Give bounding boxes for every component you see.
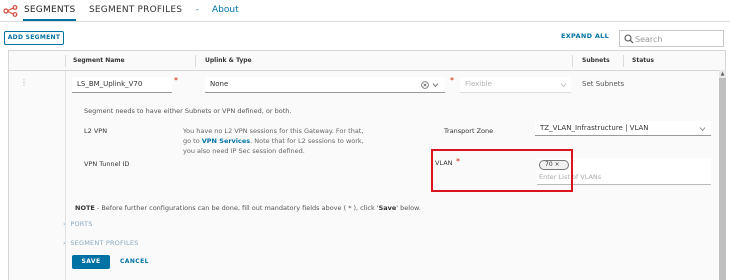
type-value: Flexible <box>465 80 492 88</box>
header-segment-name[interactable]: Segment Name <box>73 57 125 64</box>
search-icon <box>624 34 634 44</box>
toolbar: ADD SEGMENT EXPAND ALL <box>0 22 730 50</box>
vertical-ellipsis-icon[interactable]: ⋮ <box>20 78 28 87</box>
header-subnets[interactable]: Subnets <box>582 57 610 64</box>
row-divider <box>65 71 66 280</box>
scrollbar[interactable] <box>719 70 726 280</box>
l2vpn-info-text: go to <box>183 137 202 145</box>
chevron-right-icon[interactable]: › <box>63 239 66 247</box>
scroll-up-arrow[interactable]: ▲ <box>719 70 726 78</box>
top-nav: SEGMENTS SEGMENT PROFILES - About <box>0 0 730 22</box>
l2vpn-info-line-3: you also need IP Sec session defined. <box>183 147 305 155</box>
header-divider <box>623 55 624 67</box>
l2vpn-info-line-2: go to VPN Services. Note that for L2 ses… <box>183 137 364 145</box>
segment-requirement-message: Segment needs to have either Subnets or … <box>84 107 292 115</box>
table-header: Segment Name Uplink & Type Subnets Statu… <box>9 51 725 71</box>
tab-segment-profiles[interactable]: SEGMENT PROFILES <box>89 5 182 15</box>
l2vpn-info-text: . Note that for L2 sessions to work, <box>250 137 364 145</box>
vlan-highlight-box <box>431 149 573 192</box>
set-subnets-link[interactable]: Set Subnets <box>582 80 624 88</box>
uplink-select[interactable]: None <box>205 77 445 93</box>
uplink-value: None <box>210 80 229 88</box>
chevron-down-icon[interactable] <box>699 126 706 132</box>
vpn-tunnel-id-label: VPN Tunnel ID <box>84 160 130 168</box>
segments-network-icon <box>3 5 18 17</box>
expand-all-link[interactable]: EXPAND ALL <box>561 32 609 40</box>
segment-profiles-section[interactable]: › SEGMENT PROFILES <box>63 239 139 247</box>
transport-zone-select[interactable]: TZ_VLAN_Infrastructure | VLAN <box>535 121 711 136</box>
required-marker: * <box>174 76 178 85</box>
clear-circle-icon[interactable] <box>421 81 429 89</box>
note-save: Save <box>378 204 397 212</box>
required-marker: * <box>450 76 454 85</box>
type-select[interactable]: Flexible <box>460 77 571 93</box>
l2vpn-label: L2 VPN <box>84 127 108 135</box>
chevron-right-icon[interactable]: › <box>63 220 66 228</box>
search-input[interactable] <box>635 33 721 45</box>
search-box[interactable] <box>619 30 724 47</box>
nav-separator: - <box>196 5 199 14</box>
vpn-services-link[interactable]: VPN Services <box>202 137 250 145</box>
header-uplink-type[interactable]: Uplink & Type <box>205 57 252 64</box>
l2vpn-info-line-1: You have no L2 VPN sessions for this Gat… <box>183 127 364 135</box>
note-text: - Before further configurations can be d… <box>94 204 379 212</box>
chevron-down-icon <box>560 83 567 88</box>
tab-segments[interactable]: SEGMENTS <box>22 5 77 21</box>
note-message: NOTE - Before further configurations can… <box>75 204 421 212</box>
ports-section[interactable]: › PORTS <box>63 220 93 228</box>
segment-name-field[interactable]: LS_BM_Uplink_V70 <box>72 77 172 93</box>
header-divider <box>195 55 196 67</box>
header-status[interactable]: Status <box>632 57 654 64</box>
header-divider <box>572 55 573 67</box>
cancel-button[interactable]: CANCEL <box>120 258 149 265</box>
add-segment-button[interactable]: ADD SEGMENT <box>4 31 64 45</box>
transport-zone-label: Transport Zone <box>444 127 494 135</box>
chevron-down-icon[interactable] <box>432 82 439 88</box>
ports-label: PORTS <box>70 220 93 228</box>
note-text: ' below. <box>396 204 421 212</box>
note-label: NOTE <box>75 204 95 212</box>
transport-zone-value: TZ_VLAN_Infrastructure | VLAN <box>540 124 649 132</box>
segment-profiles-label: SEGMENT PROFILES <box>70 239 139 247</box>
tab-about[interactable]: About <box>212 5 239 15</box>
header-divider <box>65 55 66 67</box>
save-button[interactable]: SAVE <box>72 255 110 269</box>
segment-name-value: LS_BM_Uplink_V70 <box>77 80 143 88</box>
